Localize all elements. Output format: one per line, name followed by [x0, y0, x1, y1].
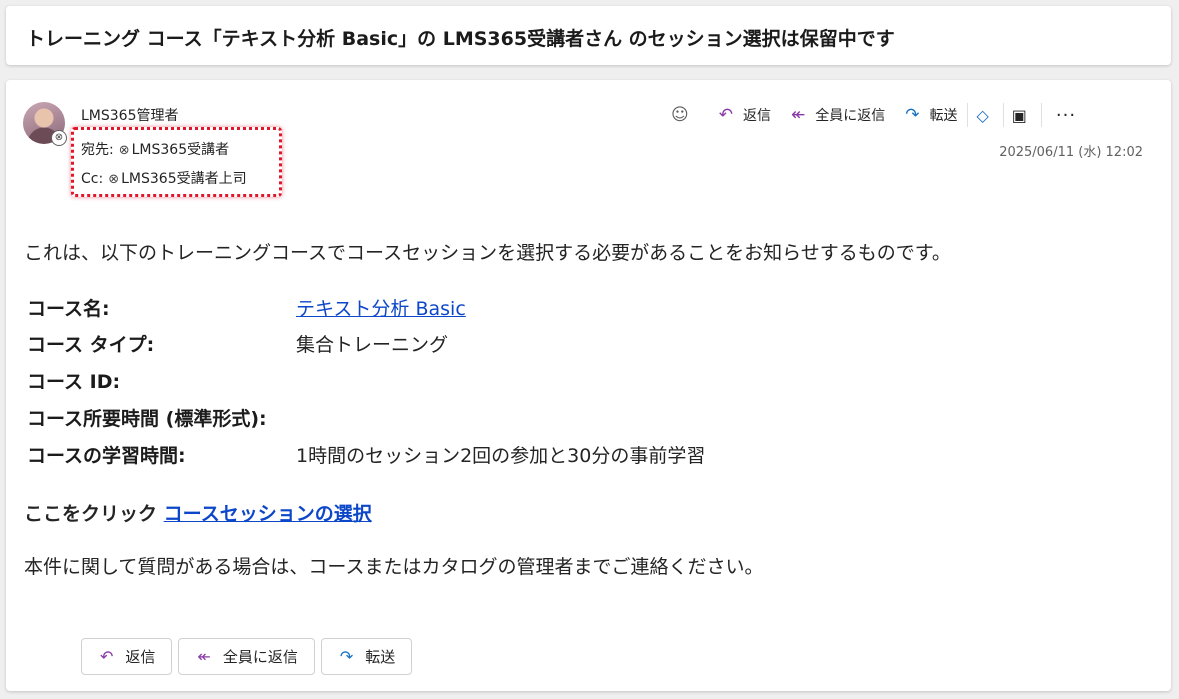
detail-row: コース ID: — [27, 367, 120, 394]
detail-row: コースの学習時間: — [27, 441, 186, 468]
email-subject: トレーニング コース「テキスト分析 Basic」の LMS365受講者さん のセ… — [26, 28, 895, 50]
reply-all-label: 全員に返信 — [815, 108, 886, 124]
sent-date: 2025/06/11 (水) 12:02 — [999, 145, 1143, 160]
reply-all-icon: ↞ — [790, 105, 806, 125]
quick-reply-button[interactable]: ↶ 返信 — [81, 638, 173, 675]
quick-forward-label: 転送 — [365, 648, 396, 666]
course-name-link[interactable]: テキスト分析 Basic — [296, 294, 466, 321]
forward-label: 転送 — [929, 108, 958, 124]
quick-reply-all-label: 全員に返信 — [222, 648, 298, 666]
emoji-reaction-button[interactable]: ☺ — [671, 105, 699, 125]
closing-text: 本件に関して質問がある場合は、コースまたはカタログの管理者までご連絡ください。 — [24, 556, 764, 578]
sender-name[interactable]: LMS365管理者 — [81, 105, 179, 125]
message-card: ⊗ LMS365管理者 宛先: ⊗ LMS365受講者 Cc: ⊗ LMS365受講者上… — [6, 80, 1171, 691]
quick-reply-all-button[interactable]: ↞ 全員に返信 — [178, 638, 315, 675]
detail-key: コース所要時間 (標準形式): — [27, 408, 267, 430]
loop-icon[interactable]: ◇ — [976, 106, 988, 125]
apps-icon[interactable]: ▣ — [1012, 106, 1027, 125]
forward-icon: ↷ — [339, 647, 354, 666]
click-prefix: ここをクリック — [24, 503, 158, 525]
recipients-highlight-box — [71, 127, 282, 197]
detail-value: 集合トレーニング — [296, 334, 449, 356]
detail-value: 1時間のセッション2回の参加と30分の事前学習 — [296, 445, 706, 467]
detail-row: コース タイプ: — [27, 330, 154, 357]
toolbar-divider — [967, 103, 969, 127]
more-actions-button[interactable]: ··· — [1056, 105, 1076, 126]
course-name-link-text[interactable]: テキスト分析 Basic — [296, 298, 466, 320]
reply-button[interactable]: ↶ 返信 — [719, 105, 771, 125]
reply-all-button[interactable]: ↞ 全員に返信 — [791, 105, 885, 125]
detail-key: コース名: — [27, 298, 110, 320]
intro-text: これは、以下のトレーニングコースでコースセッションを選択する必要があることをお知… — [24, 242, 951, 264]
forward-icon: ↷ — [905, 105, 920, 125]
quick-forward-button[interactable]: ↷ 転送 — [320, 638, 413, 675]
quick-reply-label: 返信 — [125, 648, 156, 666]
forward-button[interactable]: ↷ 転送 — [905, 105, 957, 125]
detail-row: コース所要時間 (標準形式): — [27, 404, 267, 431]
detail-row: コース名: — [27, 294, 110, 321]
reply-icon: ↶ — [100, 647, 114, 666]
message-toolbar: ☺ ↶ 返信 ↞ 全員に返信 ↷ 転送 ◇ ▣ ··· — [671, 103, 1076, 127]
reply-icon: ↶ — [718, 105, 733, 125]
detail-key: コース タイプ: — [27, 334, 155, 356]
quick-actions: ↶ 返信 ↞ 全員に返信 ↷ 転送 — [81, 638, 418, 675]
reply-all-icon: ↞ — [197, 647, 211, 666]
subject-bar: トレーニング コース「テキスト分析 Basic」の LMS365受講者さん のセ… — [6, 6, 1171, 65]
detail-key: コース ID: — [27, 371, 121, 393]
toolbar-divider — [1040, 103, 1042, 127]
reply-label: 返信 — [742, 108, 771, 124]
select-session-link[interactable]: コースセッションの選択 — [164, 503, 372, 525]
presence-blocked-icon: ⊗ — [51, 130, 67, 146]
detail-key: コースの学習時間: — [27, 445, 186, 467]
toolbar-divider — [1002, 103, 1004, 127]
click-line: ここをクリック コースセッションの選択 — [24, 499, 372, 526]
smile-icon: ☺ — [671, 105, 689, 125]
